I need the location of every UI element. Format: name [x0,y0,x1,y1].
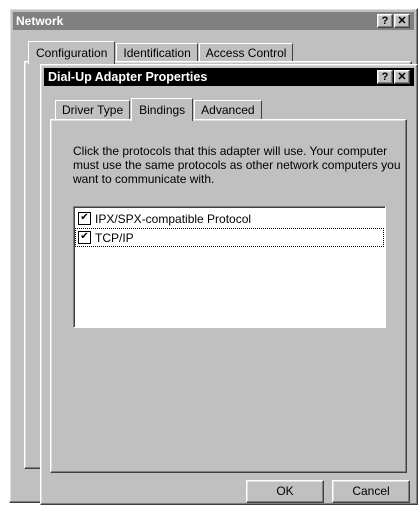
network-tabs: Configuration Identification Access Cont… [28,40,294,64]
dialog-close-button[interactable]: ✕ [394,70,410,84]
dialog-help-button[interactable]: ? [377,70,393,84]
tab-driver-type[interactable]: Driver Type [55,100,131,120]
list-item-tcp-ip[interactable]: ✔ TCP/IP [75,228,384,247]
close-icon: ✕ [397,71,407,83]
network-close-button[interactable]: ✕ [394,14,410,28]
network-titlebar[interactable]: Network ? ✕ [13,12,414,30]
tab-bindings[interactable]: Bindings [131,98,194,121]
checkbox-tcp-ip[interactable]: ✔ [78,231,91,244]
network-help-button[interactable]: ? [377,14,393,28]
protocol-list[interactable]: ✔ IPX/SPX-compatible Protocol ✔ TCP/IP [73,206,386,328]
network-title: Network [16,14,64,28]
tab-advanced[interactable]: Advanced [194,100,262,120]
dialog-tabs: Driver Type Bindings Advanced [55,97,263,121]
list-item-ipx-spx[interactable]: ✔ IPX/SPX-compatible Protocol [75,209,384,228]
check-icon: ✔ [80,212,89,223]
dialog-titlebar[interactable]: Dial-Up Adapter Properties ? ✕ [44,68,414,86]
tab-identification[interactable]: Identification [116,43,198,63]
bindings-description: Click the protocols that this adapter wi… [73,144,401,186]
tab-access-control[interactable]: Access Control [198,43,294,63]
tab-configuration[interactable]: Configuration [28,41,116,64]
ok-button[interactable]: OK [246,480,324,503]
cancel-button[interactable]: Cancel [332,480,410,503]
protocol-label: IPX/SPX-compatible Protocol [95,211,252,226]
protocol-label: TCP/IP [95,230,134,245]
checkbox-ipx-spx[interactable]: ✔ [78,212,91,225]
help-icon: ? [381,15,389,27]
help-icon: ? [381,71,389,83]
dialog-title: Dial-Up Adapter Properties [48,70,208,84]
bindings-tab-panel: Click the protocols that this adapter wi… [50,119,407,473]
check-icon: ✔ [80,231,89,242]
dialup-adapter-dialog: Dial-Up Adapter Properties ? ✕ Driver Ty… [40,64,418,505]
close-icon: ✕ [397,15,407,27]
